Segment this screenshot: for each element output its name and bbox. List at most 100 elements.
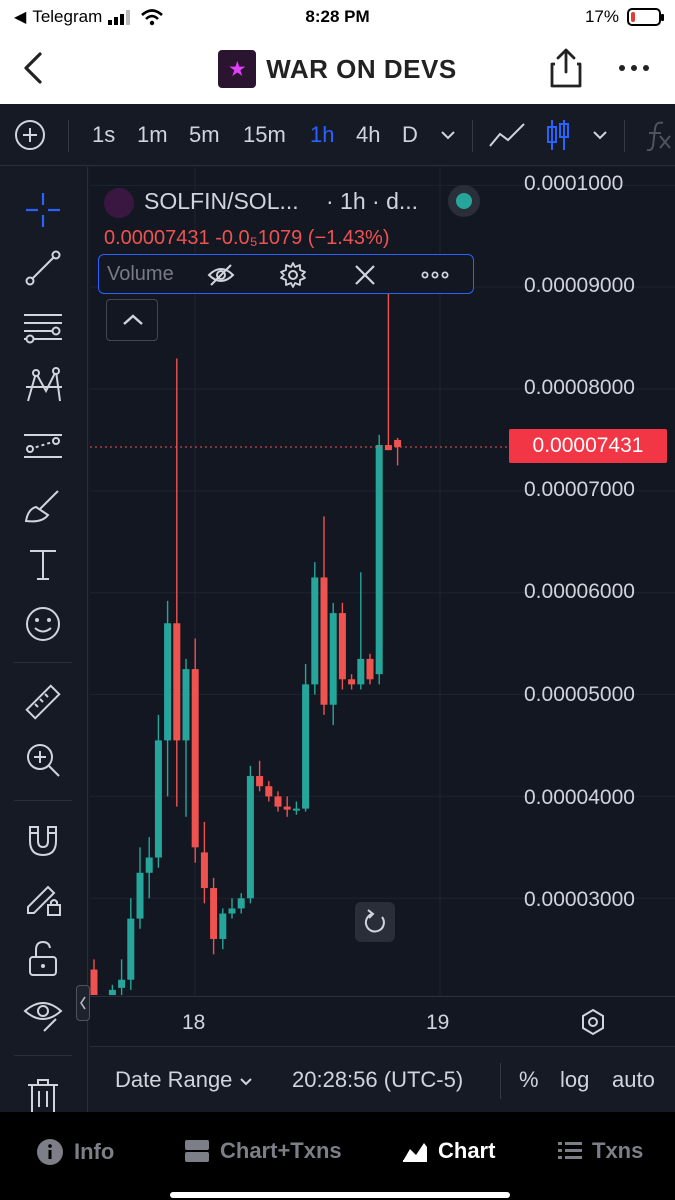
ruler-icon[interactable] (22, 681, 64, 723)
candle-body (90, 969, 98, 995)
collapse-legend-button[interactable] (106, 299, 158, 341)
app-header: ★ WAR ON DEVS (0, 34, 675, 104)
candle-body (164, 623, 172, 741)
chart-icon (403, 1143, 427, 1162)
more-icon[interactable] (421, 261, 449, 289)
add-indicator-icon[interactable] (14, 119, 46, 151)
fib-lines-icon[interactable] (22, 307, 64, 349)
nav-txns[interactable]: Txns (558, 1138, 643, 1164)
candle (311, 562, 319, 695)
unlock-icon[interactable] (22, 937, 64, 979)
market-status-icon[interactable] (448, 185, 480, 217)
candle (366, 653, 374, 685)
crosshair-icon[interactable] (22, 189, 64, 231)
zoom-in-icon[interactable] (22, 739, 64, 781)
candle (237, 893, 245, 914)
home-indicator (170, 1192, 510, 1198)
log-toggle[interactable]: log (560, 1067, 589, 1093)
candle (118, 959, 126, 995)
timeframe-1h[interactable]: 1h (310, 104, 334, 166)
y-tick-label: 0.00007000 (524, 478, 635, 501)
battery-percent: 17% (584, 7, 619, 26)
candle-body (200, 852, 208, 889)
toolbar-divider (624, 120, 625, 152)
candle-body (357, 658, 365, 685)
candle (394, 437, 402, 466)
chart-bottom-bar: Date Range 20:28:56 (UTC-5) % log auto (90, 1046, 675, 1112)
candle (154, 714, 162, 868)
candle-body (265, 786, 273, 797)
volume-indicator-controls[interactable]: Volume (98, 254, 474, 294)
timeframe-d[interactable]: D (402, 104, 418, 166)
status-right: 17% (584, 7, 664, 27)
y-tick-label: 0.00004000 (524, 786, 635, 809)
eye-icon[interactable] (22, 993, 64, 1035)
text-icon[interactable] (22, 543, 64, 585)
y-tick-label: 0.0001000 (524, 172, 624, 195)
battery-icon (627, 8, 664, 26)
emoji-icon[interactable] (22, 603, 64, 645)
y-tick-label: 0.00009000 (524, 274, 635, 297)
candle (302, 664, 310, 812)
bottom-divider (500, 1063, 501, 1099)
fist-logo-icon: ★ (218, 50, 257, 88)
timeframe-1s[interactable]: 1s (92, 104, 115, 166)
timeframe-5m[interactable]: 5m (189, 104, 220, 166)
collapse-tools-handle[interactable] (76, 985, 90, 1021)
fx-indicators-icon[interactable] (645, 120, 673, 152)
current-price-tag: 0.00007431 (509, 429, 667, 463)
lock-drawing-icon[interactable] (22, 877, 64, 919)
candle (228, 898, 236, 919)
status-time: 8:28 PM (305, 7, 370, 26)
magnet-icon[interactable] (22, 819, 64, 861)
status-bar: ◀ Telegram 8:28 PM 17% (0, 0, 675, 34)
eye-off-icon[interactable] (207, 261, 235, 289)
chevron-down-icon[interactable] (592, 130, 608, 140)
candle-body (145, 857, 153, 873)
candle-body (173, 623, 181, 741)
auto-toggle[interactable]: auto (612, 1067, 655, 1093)
candle (292, 801, 300, 815)
nav-chart-txns[interactable]: Chart+Txns (184, 1138, 342, 1164)
gear-icon[interactable] (279, 261, 307, 289)
time-axis[interactable]: 18 19 (90, 996, 675, 1046)
share-icon[interactable] (548, 48, 584, 88)
timeframe-1m[interactable]: 1m (137, 104, 168, 166)
drawing-tools-panel (0, 167, 88, 1114)
candles-icon[interactable] (545, 118, 571, 152)
y-tick-label: 0.00005000 (524, 683, 635, 706)
candle (357, 572, 365, 690)
candle-body (108, 989, 116, 995)
close-icon[interactable] (351, 261, 379, 289)
date-range-button[interactable]: Date Range (115, 1067, 253, 1093)
token-logo-icon (104, 188, 134, 218)
candle-body (338, 613, 346, 680)
brush-icon[interactable] (22, 485, 64, 527)
timeframe-4h[interactable]: 4h (356, 104, 380, 166)
trash-icon[interactable] (22, 1075, 64, 1117)
date-range-label: Date Range (115, 1067, 233, 1092)
timeframe-15m[interactable]: 15m (243, 104, 286, 166)
more-icon[interactable] (614, 58, 654, 78)
candle (338, 602, 346, 690)
nav-info[interactable]: Info (36, 1138, 114, 1166)
trend-line-icon[interactable] (22, 247, 64, 289)
pattern-icon[interactable] (22, 365, 64, 407)
nav-chart[interactable]: Chart (402, 1138, 495, 1164)
forecast-icon[interactable] (22, 425, 64, 467)
percent-toggle[interactable]: % (519, 1067, 539, 1093)
candle-body (210, 888, 218, 939)
axis-settings-icon[interactable] (578, 1007, 608, 1037)
tools-divider (14, 800, 72, 801)
y-tick-label: 0.00003000 (524, 888, 635, 911)
symbol-name[interactable]: SOLFIN/SOL... (144, 188, 299, 215)
candle (145, 837, 153, 899)
candle-body (182, 669, 190, 741)
candle-body (237, 898, 245, 909)
candle (256, 760, 264, 792)
x-tick-label: 19 (426, 1011, 450, 1034)
line-chart-icon[interactable] (488, 120, 526, 150)
chevron-down-icon[interactable] (440, 130, 456, 140)
reset-chart-button[interactable] (355, 902, 395, 942)
timezone-clock[interactable]: 20:28:56 (UTC-5) (292, 1067, 463, 1093)
